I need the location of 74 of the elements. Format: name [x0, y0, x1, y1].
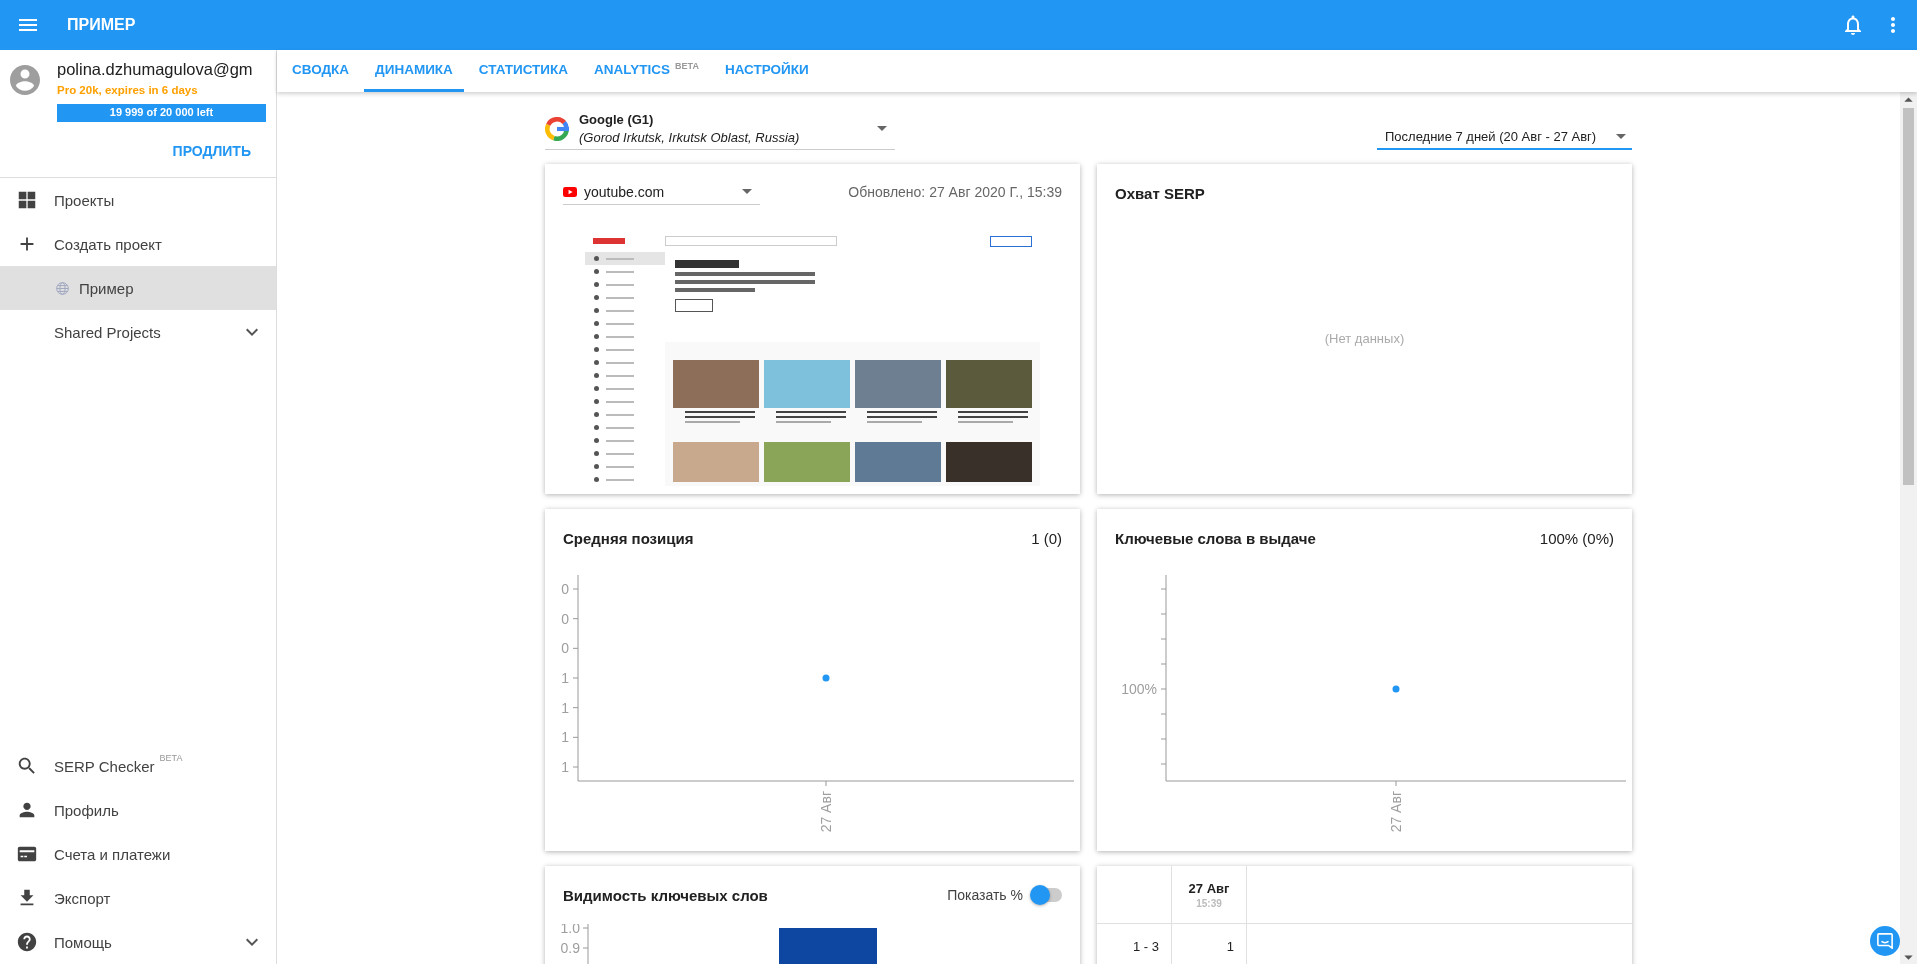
account-email: polina.dzhumagulova@gm: [57, 60, 254, 79]
chat-icon: [1877, 933, 1893, 949]
dropdown-caret-icon: [1616, 134, 1626, 139]
toggle-label: Показать %: [947, 887, 1023, 903]
tick-label: 27 Авг: [1388, 791, 1404, 833]
tick-label: 0: [561, 610, 569, 627]
tick-mark: [572, 647, 579, 649]
search-engine-select[interactable]: Google (G1) (Gorod Irkutsk, Irkutsk Oblast, Russia): [545, 112, 895, 150]
period-select[interactable]: Последние 7 дней (20 Авг - 27 Авг): [1377, 129, 1632, 150]
tick-mark: [572, 736, 579, 738]
plan-text: Pro 20k, expires in 6 days: [57, 84, 199, 96]
card-title: Видимость ключевых слов: [563, 886, 768, 904]
nav-item[interactable]: Проекты: [0, 178, 276, 222]
tick-label: 1.0: [560, 924, 580, 936]
tick-label: 100%: [1121, 681, 1157, 697]
tick-mark: [572, 677, 579, 679]
tick-label: 0.9: [560, 940, 580, 956]
search-icon: [16, 755, 38, 777]
no-data-text: (Нет данных): [1323, 329, 1406, 348]
quota-text: 19 999 of 20 000 left: [108, 106, 215, 118]
engine-location: (Gorod Irkutsk, Irkutsk Oblast, Russia): [579, 130, 801, 145]
beta-label: BETA: [675, 60, 699, 71]
avatar-icon: [7, 62, 43, 98]
tick-mark: [1395, 780, 1397, 787]
nav-item[interactable]: Счета и платежи: [0, 832, 276, 876]
y-axis: [587, 924, 589, 964]
toggle-switch[interactable]: [1032, 888, 1062, 902]
chat-button[interactable]: [1870, 926, 1900, 956]
tick-label: 0: [561, 640, 569, 657]
dashboard-grid-icon: [16, 189, 38, 211]
summary-value: 1 (0): [1031, 529, 1062, 547]
site-select[interactable]: youtube.com: [563, 179, 760, 205]
globe-icon: [56, 281, 69, 295]
card-title: Ключевые слова в выдаче: [1115, 529, 1316, 547]
tick-label: 1: [561, 759, 569, 775]
tick-mark: [582, 927, 589, 929]
nav-item[interactable]: Пример: [0, 266, 276, 310]
tick-mark: [572, 588, 579, 590]
tick-label: 1: [561, 699, 569, 716]
tick-mark: [572, 766, 579, 768]
tick-label: 1: [561, 670, 569, 686]
summary-value: 100% (0%): [1539, 529, 1614, 547]
app-title: ПРИМЕР: [67, 16, 136, 34]
card-title: Средняя позиция: [563, 529, 694, 547]
nav-item[interactable]: Экспорт: [0, 876, 276, 920]
engine-name: Google (G1): [579, 112, 655, 127]
tick-label: 1: [561, 729, 569, 746]
dropdown-caret-icon: [877, 126, 887, 131]
table-cell: 1 - 3: [1097, 924, 1172, 964]
card-title: Охват SERP: [1115, 184, 1205, 202]
nav-item[interactable]: Помощь: [0, 920, 276, 964]
table-cell: 1: [1172, 924, 1247, 964]
nav-item[interactable]: SERP Checker $^{BETA}$: [0, 744, 276, 788]
tick-mark: [572, 618, 579, 620]
tick-label: 27 Авг: [818, 791, 834, 833]
help-icon: [16, 931, 38, 953]
tick-mark: [582, 947, 589, 949]
column-date: 27 Авг: [1188, 880, 1230, 896]
scrollbar[interactable]: [1900, 92, 1917, 964]
google-g-icon: [545, 116, 569, 141]
tick-label: 0: [561, 581, 569, 597]
nav-item[interactable]: Создать проект: [0, 222, 276, 266]
nav-item[interactable]: Shared Projects: [0, 310, 276, 354]
scrollbar-thumb[interactable]: [1903, 108, 1914, 485]
updated-text: Обновлено: 27 Авг 2020 Г., 15:39: [848, 184, 1062, 200]
dropdown-caret-icon: [742, 189, 752, 194]
tick-mark: [825, 780, 827, 787]
beta-label: BETA: [159, 753, 183, 763]
nav-item[interactable]: Профиль: [0, 788, 276, 832]
column-time: 15:39: [1196, 897, 1222, 909]
data-point: [822, 674, 830, 682]
data-point: [1392, 685, 1400, 693]
play-logo-icon: [563, 186, 577, 197]
tick-mark: [572, 707, 579, 709]
